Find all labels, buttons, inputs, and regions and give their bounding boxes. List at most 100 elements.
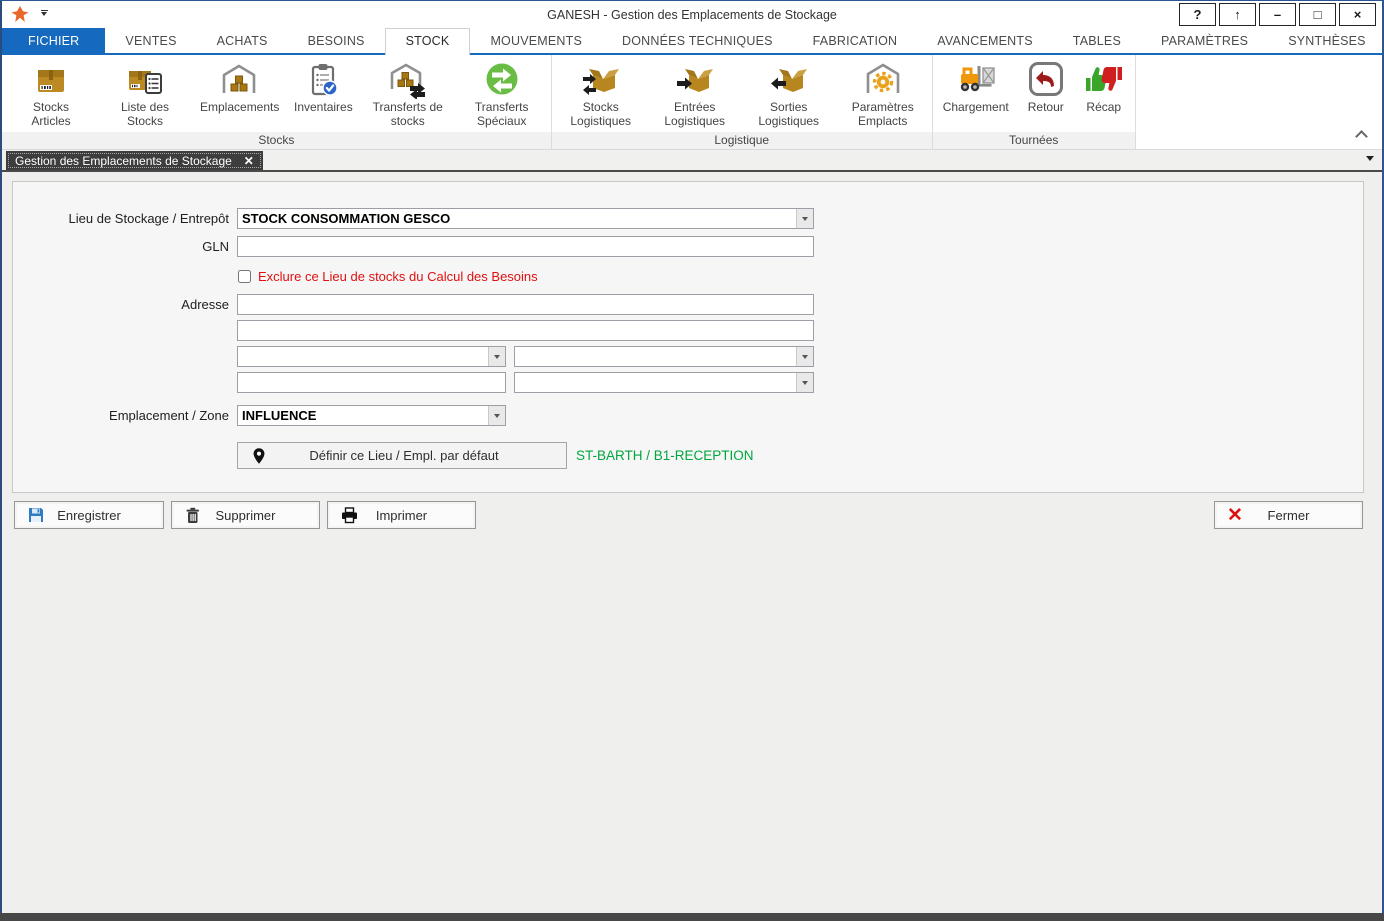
menu-tab-achats[interactable]: ACHATS bbox=[197, 28, 288, 53]
ribbon-item-transferts-de-stocks[interactable]: Transferts de stocks bbox=[361, 57, 455, 129]
emplacement-zone-value: INFLUENCE bbox=[238, 406, 488, 425]
menu-tab-avancements[interactable]: AVANCEMENTS bbox=[917, 28, 1053, 53]
save-button[interactable]: Enregistrer bbox=[14, 501, 164, 529]
box-list-icon bbox=[124, 58, 166, 100]
address-input-left2[interactable] bbox=[237, 372, 506, 393]
ribbon-item-emplacements[interactable]: Emplacements bbox=[192, 57, 286, 116]
ribbon-item-label: Emplacements bbox=[200, 101, 278, 115]
ribbon-item-transferts-speciaux[interactable]: Transferts Spéciaux bbox=[455, 57, 549, 129]
ribbon-group-logistique: Stocks Logistiques Entrées Logistiques bbox=[552, 55, 933, 149]
document-tab-label: Gestion des Emplacements de Stockage bbox=[15, 154, 232, 168]
address-combo-left1[interactable] bbox=[237, 346, 506, 367]
ribbon-item-inventaires[interactable]: Inventaires bbox=[286, 57, 361, 116]
ribbon-item-retour[interactable]: Retour bbox=[1017, 57, 1075, 116]
ribbon: Stocks Articles bbox=[2, 55, 1382, 150]
quick-access-dropdown-icon[interactable] bbox=[38, 10, 50, 20]
lieu-stockage-label: Lieu de Stockage / Entrepôt bbox=[13, 208, 233, 229]
location-pin-icon bbox=[252, 447, 266, 465]
ribbon-group-label-stocks: Stocks bbox=[2, 132, 551, 149]
box-in-icon bbox=[674, 58, 716, 100]
ribbon-item-stocks-logistiques[interactable]: Stocks Logistiques bbox=[554, 57, 648, 129]
save-icon bbox=[27, 506, 45, 524]
ribbon-item-liste-des-stocks[interactable]: Liste des Stocks bbox=[98, 57, 192, 129]
adresse-line1-input[interactable] bbox=[237, 294, 814, 315]
menu-tab-parametres[interactable]: PARAMÈTRES bbox=[1141, 28, 1268, 53]
ribbon-group-tournees: Chargement Retour bbox=[933, 55, 1136, 149]
set-default-location-button[interactable]: Définir ce Lieu / Empl. par défaut bbox=[237, 442, 567, 469]
dropdown-arrow-icon[interactable] bbox=[488, 406, 505, 425]
gln-label: GLN bbox=[13, 236, 233, 257]
gln-input[interactable] bbox=[237, 236, 814, 257]
box-out-icon bbox=[768, 58, 810, 100]
warehouse-icon bbox=[218, 58, 260, 100]
adresse-line2-input[interactable] bbox=[237, 320, 814, 341]
dropdown-arrow-icon[interactable] bbox=[796, 373, 813, 392]
maximize-button[interactable]: □ bbox=[1299, 3, 1336, 26]
menu-tab-mouvements[interactable]: MOUVEMENTS bbox=[470, 28, 602, 53]
box-swap-icon bbox=[580, 58, 622, 100]
window-border-bottom bbox=[0, 913, 1384, 921]
ribbon-item-label: Récap bbox=[1086, 101, 1121, 115]
app-logo-icon bbox=[10, 5, 30, 25]
close-button[interactable]: ✕ Fermer bbox=[1214, 501, 1363, 529]
window-border-left bbox=[0, 0, 2, 921]
warehouse-gear-icon bbox=[862, 58, 904, 100]
ribbon-item-stocks-articles[interactable]: Stocks Articles bbox=[4, 57, 98, 129]
trash-icon bbox=[184, 506, 201, 524]
collapse-ribbon-icon[interactable] bbox=[1355, 130, 1368, 143]
forklift-icon bbox=[955, 58, 997, 100]
ribbon-item-label: Stocks Articles bbox=[12, 101, 90, 128]
menu-tab-syntheses[interactable]: SYNTHÈSES bbox=[1268, 28, 1384, 53]
ribbon-item-label: Transferts Spéciaux bbox=[463, 101, 541, 128]
menu-tab-donnees-techniques[interactable]: DONNÉES TECHNIQUES bbox=[602, 28, 793, 53]
ribbon-item-label: Liste des Stocks bbox=[106, 101, 184, 128]
box-barcode-icon bbox=[30, 58, 72, 100]
tab-list-dropdown-icon[interactable] bbox=[1366, 156, 1374, 165]
ribbon-item-recap[interactable]: Récap bbox=[1075, 57, 1133, 116]
address-combo-right1[interactable] bbox=[514, 346, 814, 367]
ribbon-item-chargement[interactable]: Chargement bbox=[935, 57, 1017, 116]
ribbon-item-label: Sorties Logistiques bbox=[750, 101, 828, 128]
exclude-checkbox[interactable] bbox=[238, 270, 251, 283]
ribbon-group-stocks: Stocks Articles bbox=[2, 55, 552, 149]
window-controls: ? ↑ – □ × bbox=[1179, 3, 1376, 26]
menu-tab-ventes[interactable]: VENTES bbox=[105, 28, 196, 53]
green-sync-icon bbox=[481, 58, 523, 100]
exclude-checkbox-row: Exclure ce Lieu de stocks du Calcul des … bbox=[238, 269, 538, 284]
address-combo-right2-value bbox=[515, 373, 796, 392]
emplacement-zone-label: Emplacement / Zone bbox=[13, 405, 233, 426]
warehouse-arrows-icon bbox=[387, 58, 429, 100]
pin-button[interactable]: ↑ bbox=[1219, 3, 1256, 26]
ribbon-item-sorties-logistiques[interactable]: Sorties Logistiques bbox=[742, 57, 836, 129]
menu-tab-besoins[interactable]: BESOINS bbox=[288, 28, 385, 53]
delete-button[interactable]: Supprimer bbox=[171, 501, 320, 529]
print-button[interactable]: Imprimer bbox=[327, 501, 476, 529]
menu-bar: FICHIER VENTES ACHATS BESOINS STOCK MOUV… bbox=[2, 28, 1382, 55]
close-window-button[interactable]: × bbox=[1339, 3, 1376, 26]
window-title: GANESH - Gestion des Emplacements de Sto… bbox=[2, 8, 1382, 22]
thumbs-icon bbox=[1083, 58, 1125, 100]
dropdown-arrow-icon[interactable] bbox=[488, 347, 505, 366]
emplacement-zone-combobox[interactable]: INFLUENCE bbox=[237, 405, 506, 426]
dropdown-arrow-icon[interactable] bbox=[796, 209, 813, 228]
lieu-stockage-combobox[interactable]: STOCK CONSOMMATION GESCO bbox=[237, 208, 814, 229]
menu-tab-stock[interactable]: STOCK bbox=[385, 28, 471, 55]
window-border-top bbox=[0, 0, 1384, 1]
ribbon-group-label-tournees: Tournées bbox=[933, 132, 1135, 149]
menu-tab-fabrication[interactable]: FABRICATION bbox=[793, 28, 918, 53]
ribbon-item-label: Stocks Logistiques bbox=[562, 101, 640, 128]
title-bar: GANESH - Gestion des Emplacements de Sto… bbox=[2, 1, 1382, 28]
address-combo-right1-value bbox=[515, 347, 796, 366]
address-combo-right2[interactable] bbox=[514, 372, 814, 393]
ribbon-item-entrees-logistiques[interactable]: Entrées Logistiques bbox=[648, 57, 742, 129]
menu-tab-tables[interactable]: TABLES bbox=[1053, 28, 1141, 53]
application-window: GANESH - Gestion des Emplacements de Sto… bbox=[0, 0, 1384, 921]
minimize-button[interactable]: – bbox=[1259, 3, 1296, 26]
help-button[interactable]: ? bbox=[1179, 3, 1216, 26]
ribbon-group-label-logistique: Logistique bbox=[552, 132, 932, 149]
menu-tab-fichier[interactable]: FICHIER bbox=[2, 28, 105, 53]
document-tab[interactable]: Gestion des Emplacements de Stockage ✕ bbox=[6, 151, 263, 170]
close-tab-icon[interactable]: ✕ bbox=[244, 154, 254, 168]
ribbon-item-parametres-emplacts[interactable]: Paramètres Emplacts bbox=[836, 57, 930, 129]
dropdown-arrow-icon[interactable] bbox=[796, 347, 813, 366]
